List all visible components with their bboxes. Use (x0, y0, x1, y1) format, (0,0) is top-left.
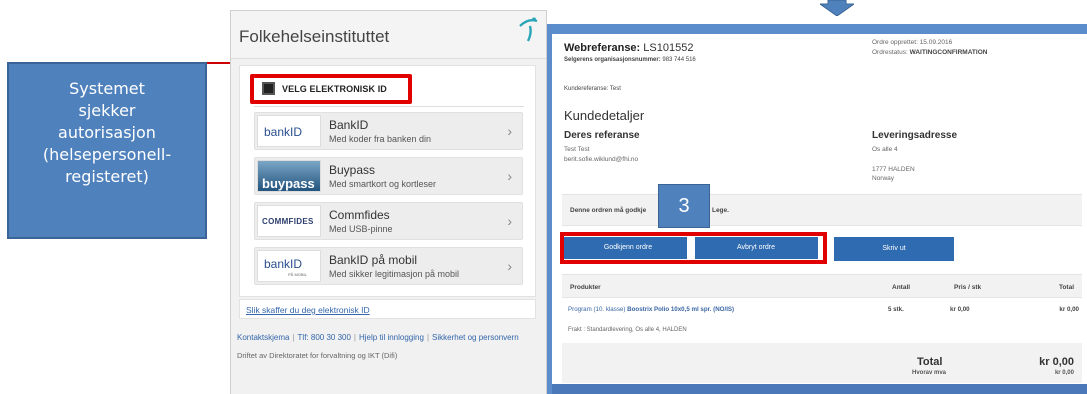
callout-line: autorisasjon (58, 123, 156, 142)
address-line: Os alle 4 (872, 146, 898, 153)
chevron-right-icon: › (507, 258, 512, 274)
row-total: kr 0,00 (1059, 306, 1079, 313)
col-price: Pris / stk (954, 284, 982, 291)
shipping-line: Frakt : Standardlevering, Os alle 4, HAL… (568, 327, 687, 333)
velg-eid-heading-highlight: VELG ELEKTRONISK ID (250, 74, 412, 104)
bankid-logo-icon: bankID (257, 115, 321, 147)
option-sub: Med koder fra banken din (329, 134, 432, 144)
products-table-header: Produkter Antall Pris / stk Total (562, 274, 1082, 298)
customer-ref: Kundereferanse: Test (564, 86, 621, 92)
seller-orgnr: Selgerens organisasjonsnummer: 983 744 5… (564, 57, 696, 63)
option-name: BankID på mobil (329, 253, 418, 267)
option-sub: Med USB-pinne (329, 224, 393, 234)
how-to-get-eid-link[interactable]: Slik skaffer du deg elektronisk ID (239, 299, 536, 319)
order-status: Ordrestatus: WAITINGCONFIRMATION (872, 49, 988, 56)
print-button[interactable]: Skriv ut (834, 237, 954, 261)
order-panel: Webreferanse: LS101552 Selgerens organis… (552, 34, 1087, 384)
option-bankid-mobil[interactable]: bankID PÅ MOBIL BankID på mobil Med sikk… (254, 247, 523, 285)
chevron-right-icon: › (507, 168, 512, 184)
bankid-mobil-logo-icon: bankID PÅ MOBIL (257, 250, 321, 282)
delivery-heading: Leveringsadresse (872, 130, 958, 141)
option-sub: Med sikker legitimasjon på mobil (329, 269, 460, 279)
col-qty: Antall (892, 284, 911, 291)
customer-email: berit.sofie.wiklund@fhi.no (564, 156, 639, 163)
callout-box: Systemet sjekker autorisasjon (helsepers… (7, 62, 207, 239)
col-total: Total (1058, 284, 1074, 291)
address-line: 1777 HALDEN (872, 166, 915, 173)
vat-label: Hvorav mva (912, 370, 947, 376)
option-buypass[interactable]: buypass Buypass Med smartkort og kortles… (254, 157, 523, 195)
footer-link[interactable]: Tlf: 800 30 300 (298, 333, 351, 342)
section-title: Kundedetaljer (564, 108, 645, 123)
velg-eid-heading: VELG ELEKTRONISK ID (282, 84, 387, 94)
callout-line: registeret) (65, 167, 149, 186)
divider (687, 236, 695, 260)
footer-links: Kontaktskjema | Tlf: 800 30 300 | Hjelp til … (237, 333, 519, 342)
notice-text: Denne ordren må godkje (570, 207, 647, 214)
eid-card: VELG ELEKTRONISK ID bankID BankID Med ko… (239, 65, 536, 297)
address-line: Norway (872, 175, 895, 182)
order-created: Ordre opprettet: 15.09.2016 (872, 39, 953, 46)
product-link[interactable]: Program (10. klasse) Boostrix Polio 10x0… (568, 306, 734, 313)
id-card-icon (262, 82, 275, 95)
commfides-logo-icon: COMMFIDES (257, 205, 321, 237)
buypass-logo-icon: buypass (257, 160, 321, 192)
footer-link[interactable]: Kontaktskjema (237, 333, 289, 342)
option-sub: Med smartkort og kortleser (329, 179, 437, 189)
deres-ref-heading: Deres referanse (564, 130, 640, 141)
divider (254, 106, 524, 107)
order-panel-frame: Webreferanse: LS101552 Selgerens organis… (547, 24, 1087, 394)
option-name: Buypass (329, 163, 376, 177)
callout-line: sjekker (78, 101, 136, 120)
login-header: Folkehelseinstituttet (231, 11, 546, 59)
approval-notice: Denne ordren må godkje pr. Lege. (562, 194, 1082, 226)
panel-bottom-bar (552, 384, 1087, 394)
option-commfides[interactable]: COMMFIDES Commfides Med USB-pinne › (254, 202, 523, 240)
col-products: Produkter (570, 284, 601, 291)
option-bankid[interactable]: bankID BankID Med koder fra banken din › (254, 112, 523, 150)
row-qty: 5 stk. (888, 306, 904, 313)
total-value: kr 0,00 (1039, 356, 1074, 368)
footer-operator: Driftet av Direktoratet for forvaltning … (237, 351, 398, 360)
callout-line: Systemet (69, 79, 145, 98)
webref: Webreferanse: LS101552 (564, 42, 694, 54)
step-badge: 3 (658, 184, 710, 228)
total-label: Total (917, 356, 943, 368)
fhi-logo-icon (519, 17, 538, 42)
callout-line: (helsepersonell- (42, 145, 172, 164)
vat-value: kr 0,00 (1054, 370, 1074, 376)
totals: Total Hvorav mva kr 0,00 kr 0,00 (562, 343, 1082, 383)
chevron-right-icon: › (507, 213, 512, 229)
footer-link[interactable]: Hjelp til innlogging (359, 333, 424, 342)
page-title: Folkehelseinstituttet (239, 27, 390, 46)
footer-link[interactable]: Sikkerhet og personvern (432, 333, 519, 342)
chevron-right-icon: › (507, 123, 512, 139)
option-name: BankID (329, 118, 369, 132)
row-price: kr 0,00 (950, 306, 970, 313)
down-arrow-icon (820, 0, 854, 16)
login-panel: Folkehelseinstituttet VELG ELEKTRONISK I… (230, 10, 547, 394)
customer-name: Test Test (564, 146, 590, 153)
option-name: Commfides (329, 208, 390, 222)
